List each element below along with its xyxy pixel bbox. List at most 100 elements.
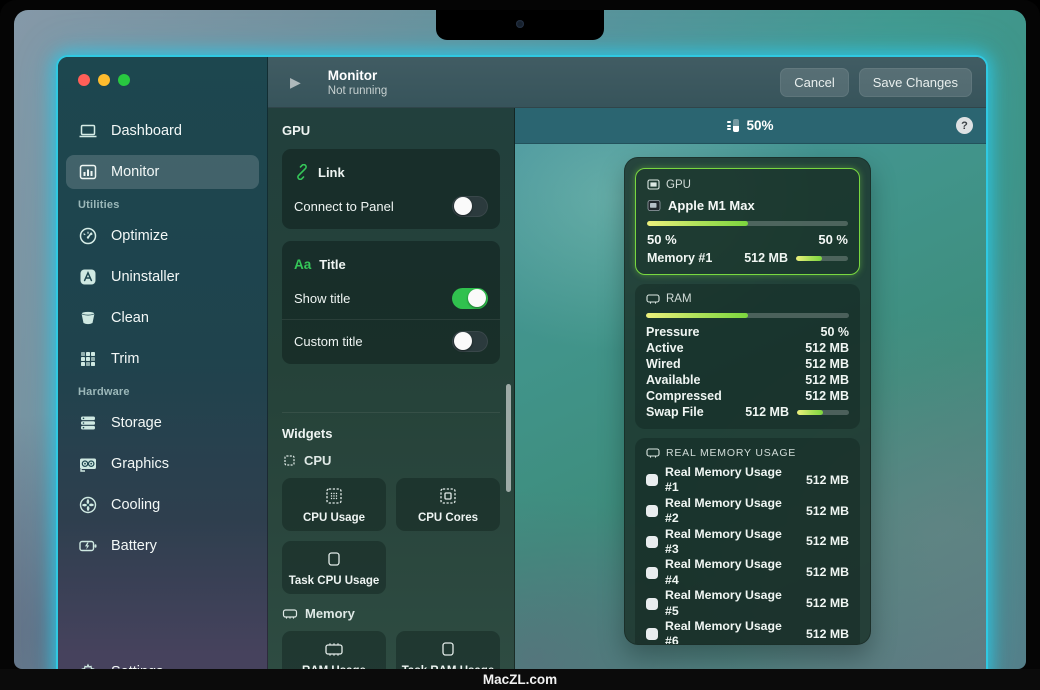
connect-to-panel-row: Connect to Panel bbox=[294, 195, 488, 217]
gpu-percent-left: 50 % bbox=[647, 232, 677, 247]
cpu-chip-icon bbox=[282, 453, 297, 468]
screen: Dashboard Monitor Utilities Optimize bbox=[14, 10, 1026, 669]
cpu-usage-icon bbox=[323, 485, 345, 507]
app-placeholder-icon bbox=[646, 628, 658, 640]
title-card: Aa Title Show title Custom title bbox=[282, 241, 500, 364]
ram-gauge-fill bbox=[733, 126, 739, 133]
battery-icon bbox=[77, 536, 98, 557]
sidebar-item-label: Dashboard bbox=[111, 123, 182, 139]
bucket-icon bbox=[77, 308, 98, 329]
cpu-cores-icon bbox=[437, 485, 459, 507]
laptop-chin: MacZL.com bbox=[0, 669, 1040, 690]
widget-task-ram-usage[interactable]: Task RAM Usage bbox=[396, 631, 500, 669]
sidebar-item-label: Uninstaller bbox=[111, 269, 180, 285]
zoom-window-button[interactable] bbox=[118, 74, 130, 86]
sidebar-item-cooling[interactable]: Cooling bbox=[66, 488, 259, 522]
ram-widget-card[interactable]: RAM Pressure 50 % Active 512 MB bbox=[635, 284, 860, 429]
gpu-card-icon bbox=[77, 454, 98, 475]
widget-task-cpu-usage[interactable]: Task CPU Usage bbox=[282, 541, 386, 594]
stat-value: 50 % bbox=[821, 324, 850, 340]
widgets-header: Widgets bbox=[282, 426, 500, 441]
minimize-window-button[interactable] bbox=[98, 74, 110, 86]
gpu-device-icon bbox=[647, 199, 661, 212]
sidebar-item-label: Cooling bbox=[111, 497, 160, 513]
custom-title-row: Custom title bbox=[294, 330, 488, 352]
connect-to-panel-toggle[interactable] bbox=[452, 196, 488, 217]
sidebar-item-settings[interactable]: Settings bbox=[66, 655, 259, 669]
ram-usage-icon bbox=[322, 638, 346, 660]
custom-title-label: Custom title bbox=[294, 334, 363, 349]
memory-group-label: Memory bbox=[305, 606, 355, 621]
app-placeholder-icon bbox=[646, 474, 658, 486]
real-memory-row: Real Memory Usage #4 512 MB bbox=[646, 557, 849, 588]
show-title-label: Show title bbox=[294, 291, 350, 306]
preview-wallpaper: GPU Apple M1 Max bbox=[515, 144, 986, 669]
server-stack-icon bbox=[77, 413, 98, 434]
real-memory-rows: Real Memory Usage #1 512 MB Real Memory … bbox=[646, 465, 849, 645]
cpu-widget-grid: CPU Usage CPU Cores bbox=[282, 478, 500, 594]
ram-usage-fill bbox=[646, 313, 748, 318]
ram-usage-bar bbox=[646, 313, 849, 318]
process-label: Real Memory Usage #3 bbox=[665, 527, 799, 558]
widget-label: Task CPU Usage bbox=[289, 575, 380, 587]
sidebar-item-label: Graphics bbox=[111, 456, 169, 472]
cancel-button[interactable]: Cancel bbox=[780, 68, 848, 97]
ram-stat-row: Available 512 MB bbox=[646, 372, 849, 388]
link-title: Link bbox=[318, 165, 345, 180]
real-memory-header: REAL MEMORY USAGE bbox=[646, 447, 849, 459]
process-label: Real Memory Usage #4 bbox=[665, 557, 799, 588]
widget-cpu-cores[interactable]: CPU Cores bbox=[396, 478, 500, 531]
monitor-widget-panel: GPU Apple M1 Max bbox=[624, 157, 871, 645]
gpu-device-row: Apple M1 Max bbox=[647, 198, 848, 213]
process-label: Real Memory Usage #1 bbox=[665, 465, 799, 496]
status-text: Not running bbox=[328, 85, 387, 97]
sidebar-item-monitor[interactable]: Monitor bbox=[66, 155, 259, 189]
gpu-memory-bar bbox=[796, 256, 848, 261]
sidebar-item-label: Clean bbox=[111, 310, 149, 326]
real-memory-row: Real Memory Usage #6 512 MB bbox=[646, 619, 849, 645]
sidebar-item-battery[interactable]: Battery bbox=[66, 529, 259, 563]
ram-stat-rows: Pressure 50 % Active 512 MB Wired 512 MB bbox=[646, 324, 849, 404]
sidebar-item-clean[interactable]: Clean bbox=[66, 301, 259, 335]
app-placeholder-icon bbox=[646, 598, 658, 610]
settings-scrollbar[interactable] bbox=[506, 384, 511, 492]
gear-icon bbox=[77, 662, 98, 670]
close-window-button[interactable] bbox=[78, 74, 90, 86]
sidebar-item-graphics[interactable]: Graphics bbox=[66, 447, 259, 481]
process-value: 512 MB bbox=[806, 565, 849, 580]
toolbar: ▶ Monitor Not running Cancel Save Change… bbox=[268, 57, 986, 108]
save-changes-button[interactable]: Save Changes bbox=[859, 68, 972, 97]
gpu-settings-pane: GPU Link Conne bbox=[268, 108, 515, 669]
widget-cpu-usage[interactable]: CPU Usage bbox=[282, 478, 386, 531]
widget-ram-usage[interactable]: RAM Usage bbox=[282, 631, 386, 669]
real-memory-row: Real Memory Usage #3 512 MB bbox=[646, 527, 849, 558]
sidebar-section-hardware: Hardware bbox=[66, 383, 259, 406]
sidebar-item-dashboard[interactable]: Dashboard bbox=[66, 114, 259, 148]
memory-group-row: Memory bbox=[282, 606, 500, 621]
cpu-group-label: CPU bbox=[304, 453, 331, 468]
custom-title-toggle[interactable] bbox=[452, 331, 488, 352]
app-placeholder-icon bbox=[646, 505, 658, 517]
sidebar-item-label: Optimize bbox=[111, 228, 168, 244]
ram-chip-icon bbox=[282, 606, 298, 621]
sidebar-item-trim[interactable]: Trim bbox=[66, 342, 259, 376]
ram-stat-row: Pressure 50 % bbox=[646, 324, 849, 340]
display-icon bbox=[647, 178, 660, 191]
real-memory-widget-card[interactable]: REAL MEMORY USAGE Real Memory Usage #1 5… bbox=[635, 438, 860, 645]
preview-pane: 50% ? GPU bbox=[515, 108, 986, 669]
play-icon[interactable]: ▶ bbox=[290, 75, 301, 89]
link-icon bbox=[294, 164, 310, 180]
ram-stat-row: Wired 512 MB bbox=[646, 356, 849, 372]
swap-value-group: 512 MB bbox=[745, 404, 849, 420]
sidebar-item-optimize[interactable]: Optimize bbox=[66, 219, 259, 253]
stat-value: 512 MB bbox=[805, 388, 849, 404]
gpu-widget-card[interactable]: GPU Apple M1 Max bbox=[635, 168, 860, 275]
sidebar-item-uninstaller[interactable]: Uninstaller bbox=[66, 260, 259, 294]
help-button[interactable]: ? bbox=[956, 117, 973, 134]
stat-label: Wired bbox=[646, 356, 681, 372]
show-title-toggle[interactable] bbox=[452, 288, 488, 309]
stat-value: 512 MB bbox=[805, 356, 849, 372]
gpu-percent-right: 50 % bbox=[818, 232, 848, 247]
sidebar-item-storage[interactable]: Storage bbox=[66, 406, 259, 440]
link-title-row: Link bbox=[294, 161, 488, 183]
